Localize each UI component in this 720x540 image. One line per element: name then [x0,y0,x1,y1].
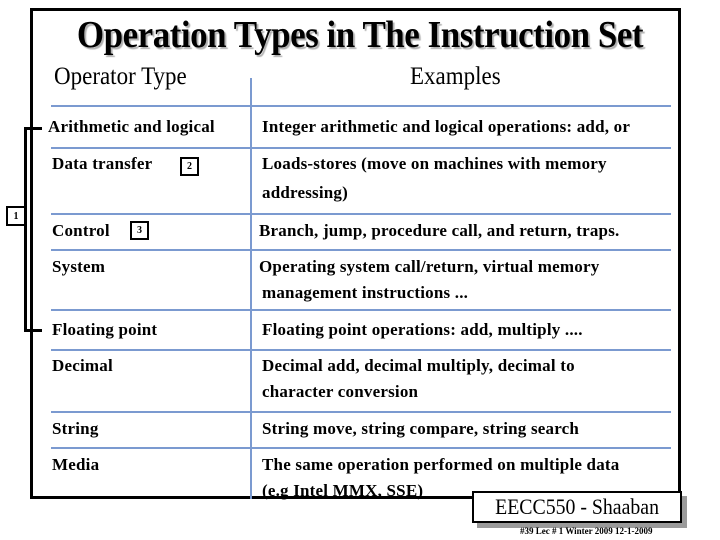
example-cell-continuation: management instructions ... [262,283,469,302]
example-cell-continuation: addressing) [262,183,348,202]
example-cell: String move, string compare, string sear… [262,419,580,438]
operator-type-cell: Data transfer [52,154,153,173]
course-footer-label: EECC550 - Shaaban [495,494,659,519]
group-bracket-top-tick [24,127,42,130]
example-cell: Operating system call/return, virtual me… [259,257,600,276]
operator-type-cell: Control [52,221,110,240]
course-footer-box: EECC550 - Shaaban [472,491,682,523]
operator-type-cell: Floating point [52,320,158,339]
group-annotation-badge: 1 [6,206,26,226]
operator-type-cell: System [52,257,106,276]
column-divider [250,78,252,499]
slide-meta: #39 Lec # 1 Winter 2009 12-1-2009 [520,526,653,536]
row-divider [51,105,671,107]
row-divider [51,249,671,251]
operator-type-cell: Media [52,455,100,474]
row-divider [51,147,671,149]
column-header-examples: Examples [410,63,501,90]
row-divider [51,309,671,311]
example-cell-continuation: character conversion [262,382,419,401]
annotation-badge: 3 [130,221,149,240]
example-cell: The same operation performed on multiple… [262,455,620,474]
example-cell: Floating point operations: add, multiply… [262,320,583,339]
row-divider [51,213,671,215]
example-cell: Branch, jump, procedure call, and return… [259,221,620,240]
example-cell: Decimal add, decimal multiply, decimal t… [262,356,575,375]
row-divider [51,349,671,351]
example-cell: Integer arithmetic and logical operation… [262,117,631,136]
group-bracket-line [24,127,27,332]
example-cell-continuation: (e.g Intel MMX, SSE) [262,481,424,500]
operator-type-cell: Arithmetic and logical [48,117,215,136]
operator-type-cell: String [52,419,99,438]
operator-type-cell: Decimal [52,356,113,375]
slide-title: Operation Types in The Instruction Set [76,14,644,56]
annotation-badge: 2 [180,157,199,176]
column-header-operator-type: Operator Type [54,63,187,90]
row-divider [51,411,671,413]
example-cell: Loads-stores (move on machines with memo… [262,154,607,173]
row-divider [51,447,671,449]
group-bracket-bottom-tick [24,329,42,332]
